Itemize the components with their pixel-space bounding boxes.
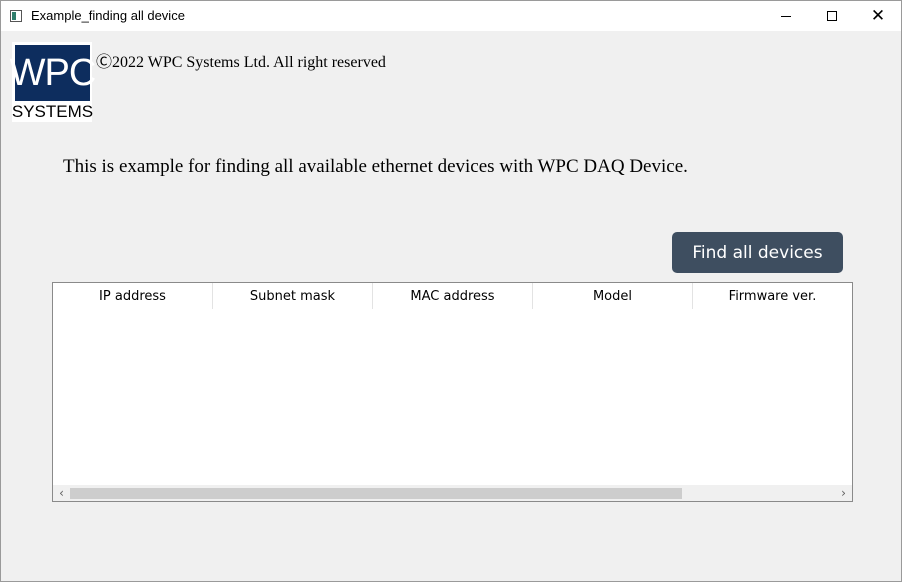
logo-systems-text: SYSTEMS — [11, 102, 94, 121]
find-all-devices-button[interactable]: Find all devices — [672, 232, 843, 273]
copyright-text: Ⓒ2022 WPC Systems Ltd. All right reserve… — [96, 54, 386, 71]
description-text: This is example for finding all availabl… — [63, 156, 688, 177]
window-title: Example_finding all device — [31, 8, 185, 23]
minimize-button[interactable] — [763, 1, 809, 31]
wpc-logo: WPC SYSTEMS — [10, 42, 96, 122]
column-header-ip-address[interactable]: IP address — [53, 283, 213, 309]
title-bar[interactable]: Example_finding all device ✕ — [1, 1, 901, 31]
column-header-model[interactable]: Model — [533, 283, 693, 309]
minimize-icon — [781, 15, 791, 17]
table-header: IP address Subnet mask MAC address Model… — [53, 283, 852, 309]
maximize-icon — [827, 11, 837, 21]
scroll-right-icon[interactable]: › — [835, 485, 852, 501]
logo-wpc-text: WPC — [10, 45, 96, 101]
column-header-subnet-mask[interactable]: Subnet mask — [213, 283, 373, 309]
scrollbar-thumb[interactable] — [70, 488, 682, 499]
app-window: Example_finding all device ✕ WPC SYSTEMS… — [0, 0, 902, 582]
column-header-mac-address[interactable]: MAC address — [373, 283, 533, 309]
horizontal-scrollbar[interactable]: ‹ › — [53, 485, 852, 501]
close-icon: ✕ — [870, 5, 886, 26]
scroll-left-icon[interactable]: ‹ — [53, 485, 70, 501]
maximize-button[interactable] — [809, 1, 855, 31]
app-icon — [10, 10, 22, 22]
close-button[interactable]: ✕ — [855, 1, 901, 31]
devices-table[interactable]: IP address Subnet mask MAC address Model… — [52, 282, 853, 502]
column-header-firmware-ver[interactable]: Firmware ver. — [693, 283, 852, 309]
